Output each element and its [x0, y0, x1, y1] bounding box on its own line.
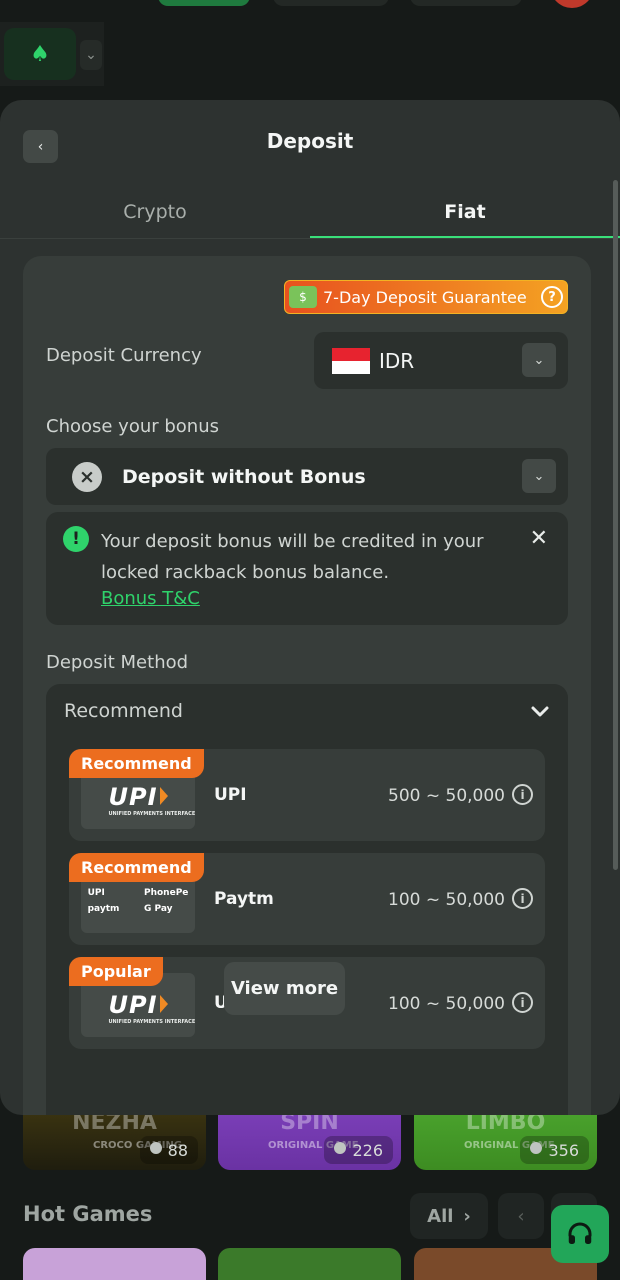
deposit-guarantee-badge[interactable]: $ 7-Day Deposit Guarantee ? [284, 280, 568, 314]
upi-logo-sub: UNIFIED PAYMENTS INTERFACE [108, 1019, 196, 1025]
close-icon[interactable]: ✕ [530, 526, 548, 551]
chevron-right-icon: › [463, 1205, 471, 1227]
method-tag: Popular [69, 957, 163, 986]
scrollbar[interactable] [613, 180, 618, 870]
currency-label: Deposit Currency [46, 345, 202, 366]
support-button[interactable] [551, 1205, 609, 1263]
all-games-button[interactable]: All › [410, 1193, 488, 1239]
player-count: 226 [324, 1136, 393, 1164]
bonus-notice: ! Your deposit bonus will be credited in… [46, 512, 568, 625]
tab-crypto[interactable]: Crypto [0, 184, 310, 239]
game-tile[interactable]: LIMBO ORIGINAL GAME 356 [414, 1110, 597, 1170]
chevron-down-icon[interactable]: ⌄ [522, 343, 556, 377]
upi-logo-sub: UNIFIED PAYMENTS INTERFACE [108, 811, 196, 817]
all-games-label: All [427, 1205, 454, 1227]
method-name: UPI [214, 785, 247, 805]
user-icon [334, 1142, 347, 1154]
money-icon: $ [289, 286, 317, 308]
player-count: 356 [520, 1136, 589, 1164]
currency-value: IDR [379, 348, 415, 373]
upi-mini-logo: UPI [87, 888, 105, 898]
game-thumbnail[interactable] [23, 1248, 206, 1280]
avatar[interactable] [550, 0, 594, 8]
wallet-button[interactable] [158, 0, 250, 6]
hot-games-row [23, 1248, 597, 1280]
upi-logo-text: UPI [108, 991, 158, 1019]
indonesia-flag-icon [332, 347, 370, 374]
chevron-down-icon[interactable]: ⌄ [80, 40, 102, 70]
game-tile[interactable]: NEZHA CROCO GAMING 88 [23, 1110, 206, 1170]
prev-arrow-button[interactable]: ‹ [498, 1193, 544, 1239]
guarantee-label: 7-Day Deposit Guarantee [323, 287, 527, 307]
gpay-logo: G Pay [144, 904, 173, 914]
bonus-label: Choose your bonus [46, 416, 220, 437]
method-group-title[interactable]: Recommend [64, 700, 183, 722]
info-icon[interactable]: i [512, 784, 533, 805]
payment-method-item[interactable]: UPI UNIFIED PAYMENTS INTERFACE Recommend … [69, 749, 545, 841]
deposit-modal: ‹ Deposit Crypto Fiat $ 7-Day Deposit Gu… [0, 100, 620, 1115]
player-count: 88 [139, 1136, 198, 1164]
game-switch: ♠ ⌄ [0, 22, 104, 86]
game-thumbnail[interactable] [218, 1248, 401, 1280]
chevron-down-icon[interactable] [528, 699, 552, 723]
headset-icon [568, 1222, 592, 1244]
info-icon[interactable]: i [512, 992, 533, 1013]
upi-logo-text: UPI [108, 783, 158, 811]
method-tag: Recommend [69, 749, 204, 778]
currency-select[interactable]: IDR ⌄ [314, 332, 568, 389]
top-bar-button[interactable] [273, 0, 389, 6]
help-icon[interactable]: ? [541, 286, 563, 308]
modal-title: Deposit [266, 129, 354, 153]
alert-icon: ! [63, 526, 89, 552]
top-bar-button[interactable] [410, 0, 522, 6]
game-tiles-row: NEZHA CROCO GAMING 88 SPIN ORIGINAL GAME… [23, 1110, 597, 1172]
section-title-hot-games: Hot Games [23, 1202, 153, 1226]
tab-fiat[interactable]: Fiat [310, 184, 620, 239]
deposit-method-label: Deposit Method [46, 652, 189, 673]
user-icon [149, 1142, 162, 1154]
deposit-tabs: Crypto Fiat [0, 184, 620, 239]
method-range: 100 ~ 50,000 [388, 890, 505, 910]
method-range: 100 ~ 50,000 [388, 994, 505, 1014]
player-count-value: 356 [548, 1140, 579, 1160]
chevron-down-icon[interactable]: ⌄ [522, 459, 556, 493]
top-bar [0, 0, 620, 10]
player-count-value: 226 [352, 1140, 383, 1160]
cards-icon[interactable]: ♠ [4, 28, 76, 80]
game-tile[interactable]: SPIN ORIGINAL GAME 226 [218, 1110, 401, 1170]
bonus-value: Deposit without Bonus [122, 465, 366, 488]
phonepe-logo: PhonePe [144, 888, 189, 898]
user-icon [530, 1142, 543, 1154]
bonus-terms-link[interactable]: Bonus T&C [101, 588, 200, 609]
bonus-select[interactable]: × Deposit without Bonus ⌄ [46, 448, 568, 505]
method-tag: Recommend [69, 853, 204, 882]
info-icon[interactable]: i [512, 888, 533, 909]
deposit-method-group: Recommend UPI UNIFIED PAYMENTS INTERFACE … [46, 684, 568, 1115]
paytm-logo: paytm [87, 904, 120, 914]
payment-method-item[interactable]: UPI PhonePe paytm G Pay Recommend Paytm … [69, 853, 545, 945]
chevron-left-icon: ‹ [517, 1205, 525, 1227]
view-more-button[interactable]: View more [224, 962, 345, 1015]
method-range: 500 ~ 50,000 [388, 786, 505, 806]
modal-header: ‹ Deposit [0, 100, 620, 184]
no-bonus-icon: × [72, 461, 102, 492]
tab-divider [0, 238, 620, 239]
player-count-value: 88 [167, 1140, 188, 1160]
notice-message: Your deposit bonus will be credited in y… [101, 531, 484, 583]
method-name: Paytm [214, 889, 274, 909]
